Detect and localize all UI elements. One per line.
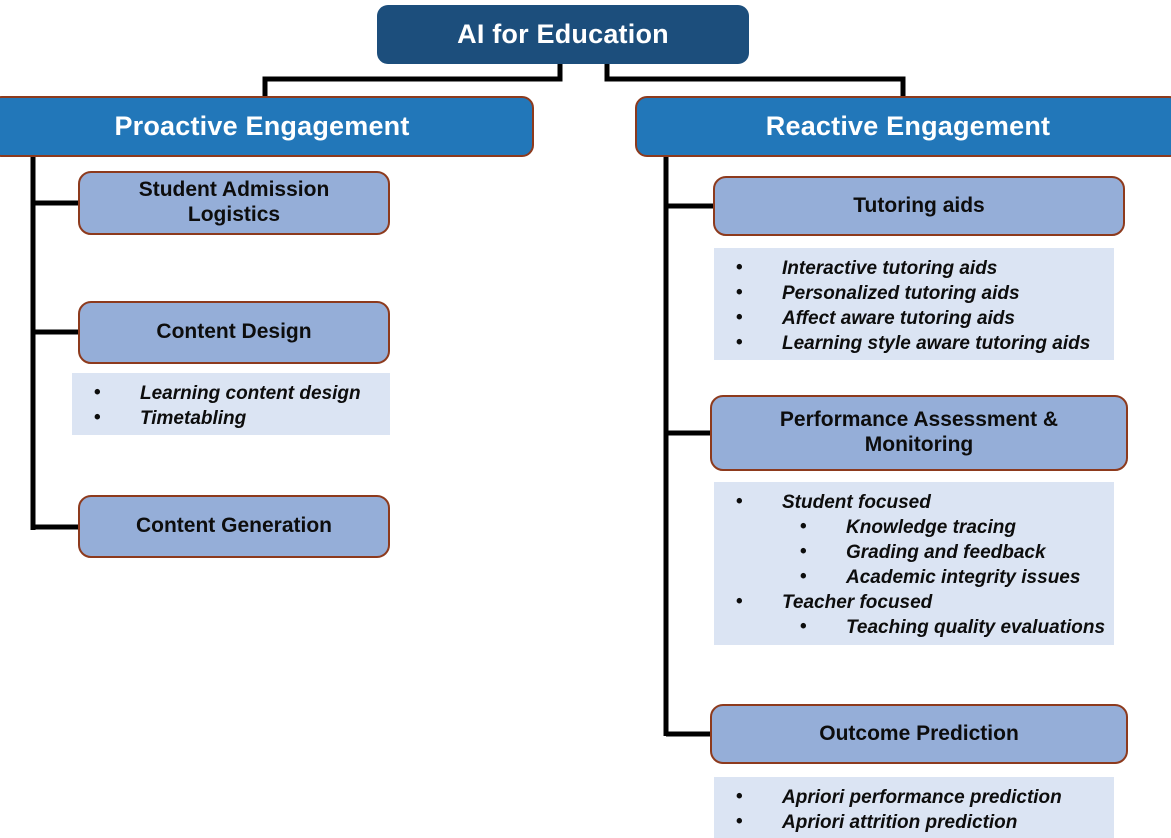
branch-node-label: Proactive Engagement	[114, 110, 410, 141]
bullet-list: Interactive tutoring aids Personalized t…	[714, 255, 1114, 356]
bullet-item: Timetabling	[72, 405, 390, 431]
node-label: Tutoring aids	[853, 193, 985, 217]
bullet-panel-performance-assessment: Student focused Knowledge tracing Gradin…	[714, 482, 1114, 645]
node-label: Outcome Prediction	[819, 721, 1019, 745]
node-content-generation[interactable]: Content Generation	[78, 495, 390, 558]
node-label-line-2: Logistics	[187, 203, 281, 226]
bullet-item: Grading and feedback	[714, 539, 1114, 565]
bullet-list: Student focused Knowledge tracing Gradin…	[714, 489, 1114, 640]
node-label-line-2: Monitoring	[864, 433, 974, 456]
bullet-item: Teaching quality evaluations	[714, 614, 1114, 640]
bullet-panel-content-design: Learning content design Timetabling	[72, 373, 390, 435]
branch-node-label: Reactive Engagement	[765, 110, 1051, 141]
bullet-item: Academic integrity issues	[714, 564, 1114, 590]
bullet-item: Knowledge tracing	[714, 514, 1114, 540]
bullet-item: Apriori performance prediction	[714, 784, 1114, 810]
root-node-label: AI for Education	[457, 18, 669, 49]
bullet-item: Student focused	[714, 489, 1114, 515]
bullet-item: Learning style aware tutoring aids	[714, 330, 1114, 356]
node-outcome-prediction[interactable]: Outcome Prediction	[710, 704, 1128, 764]
node-label-line-1: Student Admission	[138, 178, 330, 202]
node-content-design[interactable]: Content Design	[78, 301, 390, 364]
node-label: Student Admission Logistics	[139, 178, 330, 228]
bullet-panel-tutoring-aids: Interactive tutoring aids Personalized t…	[714, 248, 1114, 360]
bullet-item: Apriori attrition prediction	[714, 809, 1114, 835]
node-label: Content Generation	[135, 514, 332, 538]
bullet-item: Teacher focused	[714, 589, 1114, 615]
branch-node-proactive-engagement[interactable]: Proactive Engagement	[0, 96, 534, 157]
bullet-item: Personalized tutoring aids	[714, 280, 1114, 306]
bullet-list: Apriori performance prediction Apriori a…	[714, 784, 1114, 835]
branch-node-reactive-engagement[interactable]: Reactive Engagement	[635, 96, 1171, 157]
node-tutoring-aids[interactable]: Tutoring aids	[713, 176, 1125, 236]
node-label: Performance Assessment & Monitoring	[780, 408, 1058, 458]
node-label-line-1: Performance Assessment &	[779, 408, 1059, 432]
bullet-item: Learning content design	[72, 380, 390, 406]
node-student-admission-logistics[interactable]: Student Admission Logistics	[78, 171, 390, 235]
bullet-item: Interactive tutoring aids	[714, 255, 1114, 281]
bullet-item: Affect aware tutoring aids	[714, 305, 1114, 331]
node-performance-assessment-monitoring[interactable]: Performance Assessment & Monitoring	[710, 395, 1128, 471]
node-label: Content Design	[156, 320, 312, 344]
bullet-list: Learning content design Timetabling	[72, 380, 390, 431]
root-node-ai-for-education[interactable]: AI for Education	[377, 5, 749, 64]
diagram-canvas: AI for Education Proactive Engagement Re…	[0, 0, 1171, 838]
bullet-panel-outcome-prediction: Apriori performance prediction Apriori a…	[714, 777, 1114, 838]
edge-root-to-reactive	[604, 64, 906, 96]
edge-root-to-proactive	[262, 64, 563, 96]
